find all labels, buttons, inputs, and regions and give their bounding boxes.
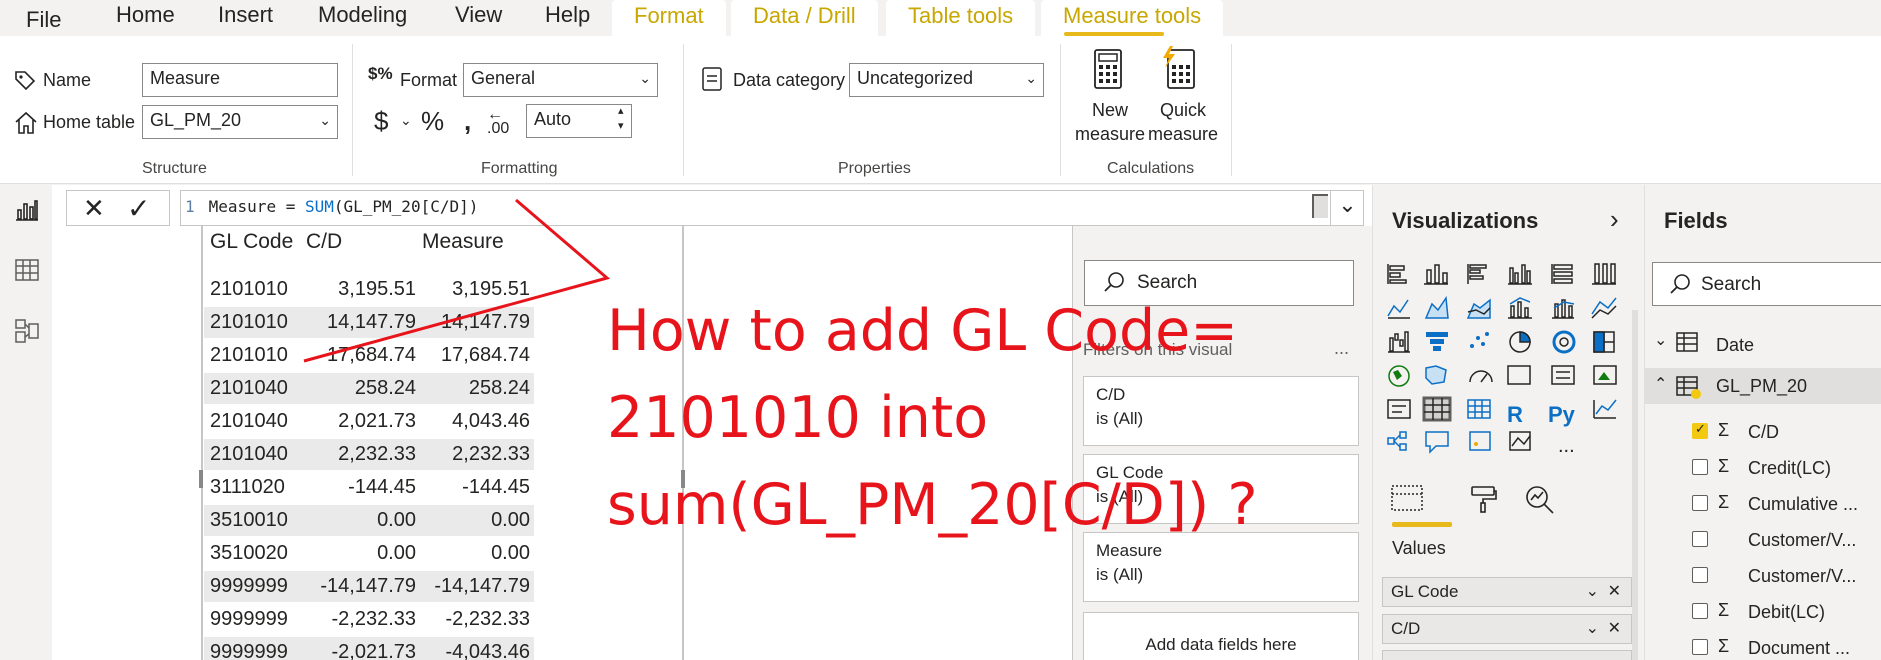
field-checkbox[interactable]	[1692, 639, 1708, 655]
field-checkbox[interactable]	[1692, 603, 1708, 619]
table-name: Date	[1716, 335, 1755, 355]
sigma-icon: Σ	[1718, 456, 1730, 476]
field-item[interactable]: Σ Debit(LC)	[1644, 594, 1881, 630]
sigma-icon: Σ	[1718, 492, 1730, 512]
qa-icon	[1425, 431, 1449, 454]
python-visual-label: Py	[1548, 402, 1576, 427]
r-visual-icon: R	[1507, 402, 1523, 427]
value-well-measure[interactable]	[1382, 650, 1632, 660]
search-icon	[1668, 272, 1692, 301]
smart-narrative-icon	[1593, 399, 1617, 419]
format-paint-roller-icon[interactable]	[1468, 484, 1498, 519]
annotation-line: sum(GL_PM_20[C/D]) ?	[607, 472, 1258, 538]
value-well-label: GL Code	[1391, 582, 1459, 601]
field-name: Customer/V...	[1748, 530, 1857, 550]
funnel-icon	[1426, 332, 1448, 351]
field-item[interactable]: Customer/V...	[1644, 522, 1881, 558]
decomposition-tree-icon	[1387, 431, 1407, 451]
field-name: C/D	[1748, 422, 1779, 442]
scatter-icon	[1470, 332, 1489, 348]
fields-well-tab-icon[interactable]	[1390, 484, 1424, 519]
line-chart-icon	[1387, 299, 1410, 319]
chevron-down-icon[interactable]: ⌄	[1654, 330, 1667, 350]
remove-icon[interactable]: ✕	[1608, 618, 1621, 638]
values-label: Values	[1392, 538, 1446, 558]
chevron-up-icon[interactable]: ⌃	[1654, 374, 1667, 394]
treemap-icon	[1593, 331, 1615, 353]
fields-title: Fields	[1664, 208, 1728, 233]
table-icon	[1676, 332, 1698, 357]
kpi-icon	[1593, 365, 1617, 385]
annotation-arrow	[303, 198, 611, 363]
paginated-report-icon	[1509, 431, 1531, 451]
field-name: Customer/V...	[1748, 566, 1857, 586]
field-name: Debit(LC)	[1748, 602, 1826, 622]
key-influencers-icon	[1469, 431, 1491, 451]
card-icon	[1507, 365, 1531, 385]
ribbon-chart-icon	[1591, 297, 1617, 319]
line-stacked-column-icon	[1552, 299, 1575, 319]
chevron-down-icon[interactable]: ⌄	[1586, 581, 1599, 601]
field-name: Cumulative ...	[1748, 494, 1859, 514]
field-checkbox[interactable]: ✓	[1692, 421, 1708, 439]
annotation-line: How to add GL Code=	[607, 298, 1238, 364]
field-checkbox[interactable]	[1692, 495, 1708, 511]
analytics-magnifier-icon[interactable]	[1524, 484, 1556, 521]
annotation-line: 2101010 into	[607, 385, 989, 451]
100-column-icon	[1592, 263, 1616, 285]
chevron-right-icon[interactable]: ›	[1610, 204, 1619, 235]
slicer-icon	[1387, 399, 1411, 419]
clustered-bar-icon	[1467, 264, 1487, 284]
table-visual-icon	[1422, 396, 1452, 422]
100-bar-icon	[1551, 264, 1573, 284]
value-well-gl-code[interactable]: GL Code ⌄ ✕	[1382, 577, 1632, 607]
value-well-label: C/D	[1391, 619, 1421, 638]
field-item[interactable]: Σ Credit(LC)	[1644, 450, 1881, 486]
viz-scrollbar[interactable]	[1632, 310, 1638, 660]
multi-row-card-icon	[1551, 365, 1575, 385]
line-column-icon	[1508, 297, 1532, 319]
value-well-cd[interactable]: C/D ⌄ ✕	[1382, 614, 1632, 644]
map-icon	[1388, 365, 1410, 387]
donut-icon	[1552, 330, 1576, 354]
gauge-icon	[1469, 370, 1493, 383]
field-item[interactable]: Customer/V...	[1644, 558, 1881, 594]
table-name: GL_PM_20	[1716, 376, 1808, 396]
table-icon	[1676, 376, 1702, 405]
sigma-icon: Σ	[1718, 636, 1730, 656]
area-chart-icon	[1424, 295, 1449, 319]
stacked-column-icon	[1424, 264, 1448, 285]
remove-icon[interactable]: ✕	[1608, 581, 1621, 601]
stacked-bar-icon	[1387, 264, 1407, 284]
field-item[interactable]: Σ Cumulative ...	[1644, 486, 1881, 522]
sigma-icon: Σ	[1718, 420, 1730, 440]
field-item[interactable]: ✓ Σ C/D	[1644, 414, 1881, 450]
field-checkbox[interactable]	[1692, 459, 1708, 475]
visual-gallery: R Py ...	[1384, 260, 1624, 465]
chevron-down-icon[interactable]: ⌄	[1586, 618, 1599, 638]
sigma-icon: Σ	[1718, 600, 1730, 620]
annotation-text: How to add GL Code= 2101010 into sum(GL_…	[607, 288, 1258, 549]
active-tab-indicator	[1392, 522, 1452, 527]
table-node-date[interactable]: ⌄ Date	[1644, 328, 1881, 364]
more-visuals-button: ...	[1558, 435, 1575, 457]
clustered-column-icon	[1508, 264, 1532, 285]
waterfall-icon	[1388, 331, 1410, 353]
table-node-gl-pm-20[interactable]: ⌃ GL_PM_20	[1644, 368, 1881, 404]
field-name: Document ...	[1748, 638, 1851, 658]
field-checkbox[interactable]	[1692, 531, 1708, 547]
matrix-icon	[1467, 399, 1491, 419]
visualizations-title: Visualizations	[1392, 208, 1539, 233]
filled-map-icon	[1425, 365, 1447, 385]
field-item[interactable]: Σ Document ...	[1644, 630, 1881, 660]
field-name: Credit(LC)	[1748, 458, 1832, 478]
stacked-area-icon	[1466, 298, 1491, 319]
pie-icon	[1509, 331, 1531, 353]
field-checkbox[interactable]	[1692, 567, 1708, 583]
